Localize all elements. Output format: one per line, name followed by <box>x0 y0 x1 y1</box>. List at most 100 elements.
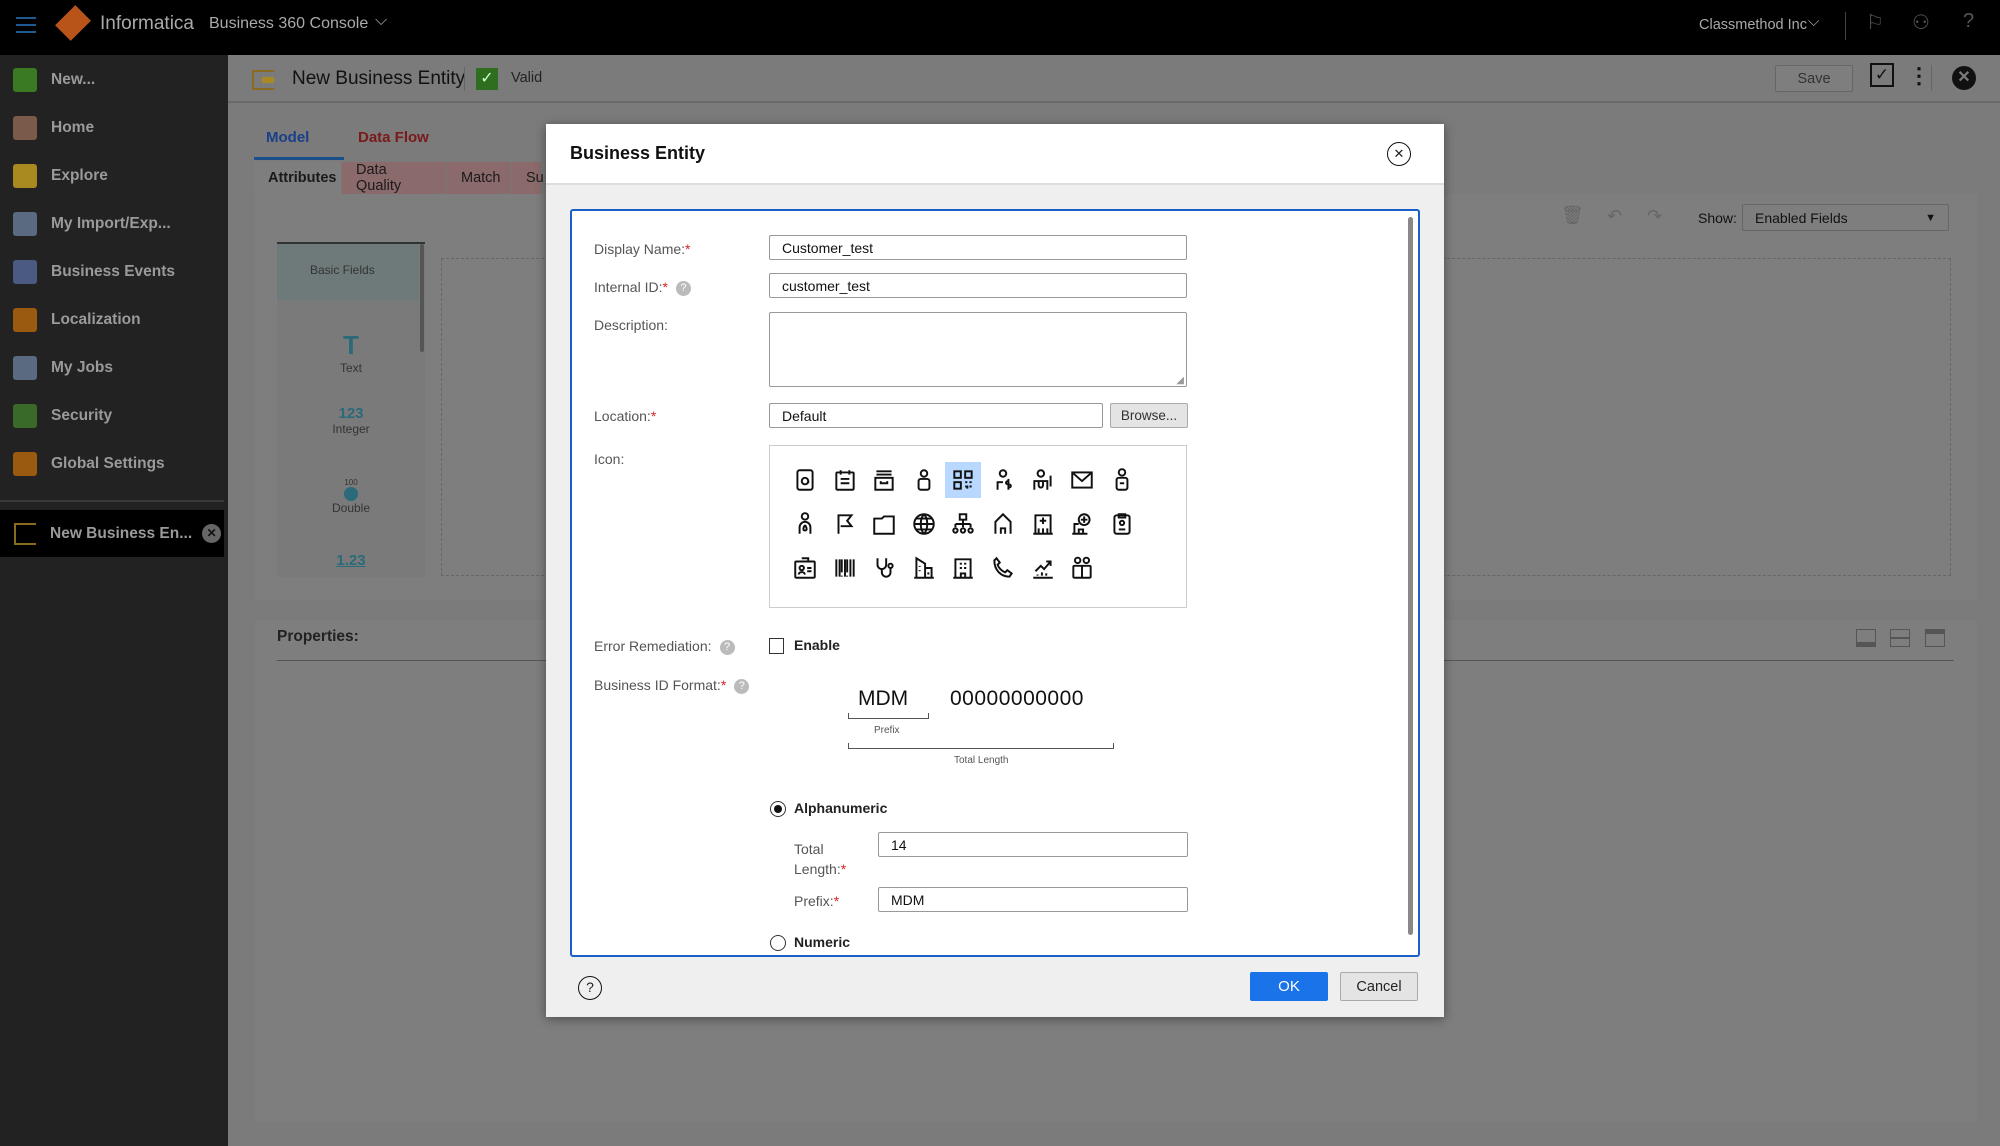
browse-button[interactable]: Browse... <box>1110 403 1188 428</box>
total-length-value: 14 <box>891 836 907 853</box>
icon-option-clinic[interactable] <box>1064 506 1100 542</box>
sidebar-item-explore[interactable]: Explore <box>0 153 228 199</box>
tab-data-quality[interactable]: Data Quality <box>342 162 447 194</box>
sidebar-item-my-import-exp[interactable]: My Import/Exp... <box>0 201 228 247</box>
ok-button[interactable]: OK <box>1250 972 1328 1001</box>
help-icon[interactable]: ? <box>719 639 735 655</box>
user-icon[interactable]: ⚇ <box>1912 10 1930 35</box>
save-button[interactable]: Save <box>1775 65 1853 92</box>
icon-option-person-drop[interactable] <box>787 506 823 542</box>
icon-option-inbox[interactable] <box>866 462 902 498</box>
palette-item[interactable]: 100 Double <box>277 478 425 515</box>
enable-checkbox[interactable] <box>769 638 784 654</box>
sidebar-item-business-events[interactable]: Business Events <box>0 249 228 295</box>
close-tab-icon[interactable]: ✕ <box>202 524 222 543</box>
icon-option-chart-up[interactable] <box>1025 550 1061 586</box>
location-label-text: Location: <box>594 408 651 424</box>
numeric-label[interactable]: Numeric <box>794 934 850 950</box>
brand-name: Informatica <box>100 13 194 34</box>
layout-bottom-icon[interactable] <box>1856 629 1876 647</box>
folder-icon <box>13 164 37 188</box>
tab-match[interactable]: Match <box>447 162 512 194</box>
product-chevron-down-icon[interactable]: ⌵ <box>375 12 387 30</box>
resize-handle-icon[interactable]: ◢ <box>1176 375 1184 386</box>
prefix-label: Prefix:* <box>794 893 839 909</box>
close-editor-icon[interactable]: ✕ <box>1952 66 1976 90</box>
sidebar-item-global-settings[interactable]: Global Settings <box>0 441 228 487</box>
flag-icon[interactable]: ⚐ <box>1866 10 1884 35</box>
icon-option-barcode[interactable] <box>827 550 863 586</box>
icon-option-person-dollar[interactable] <box>985 462 1021 498</box>
show-select[interactable]: Enabled Fields ▼ <box>1742 204 1949 231</box>
alphanumeric-label[interactable]: Alphanumeric <box>794 800 887 816</box>
display-name-label-text: Display Name: <box>594 241 686 257</box>
prefix-input[interactable]: MDM <box>878 887 1188 912</box>
phone-icon <box>993 556 1013 578</box>
icon-option-globe[interactable] <box>906 506 942 542</box>
palette-item[interactable]: 123 Integer <box>277 405 425 436</box>
org-chevron-down-icon[interactable]: ⌵ <box>1808 13 1819 30</box>
palette-item[interactable]: 1.23 <box>277 552 425 569</box>
sidebar-item-my-jobs[interactable]: My Jobs <box>0 345 228 391</box>
cancel-button[interactable]: Cancel <box>1340 972 1418 1001</box>
validate-icon[interactable]: ✓ <box>1870 63 1894 87</box>
icon-option-hierarchy[interactable] <box>945 506 981 542</box>
form-scrollbar[interactable] <box>1408 217 1413 935</box>
sidebar-open-tab[interactable]: New Business En... ✕ <box>0 510 224 557</box>
icon-option-stethoscope[interactable] <box>866 550 902 586</box>
entity-form: Display Name:* Customer_test Internal ID… <box>570 209 1420 957</box>
redo-icon[interactable]: ↷ <box>1647 206 1662 227</box>
icon-option-buildings[interactable] <box>906 550 942 586</box>
menu-icon[interactable] <box>16 17 36 33</box>
undo-icon[interactable]: ↶ <box>1607 206 1622 227</box>
sidebar-item-new[interactable]: New... <box>0 57 228 103</box>
help-icon[interactable]: ? <box>675 280 691 296</box>
icon-option-office[interactable] <box>945 550 981 586</box>
icon-option-clipboard-person[interactable] <box>1104 506 1140 542</box>
layout-top-icon[interactable] <box>1925 629 1945 647</box>
more-options-icon[interactable]: ⋮ <box>1908 63 1930 89</box>
icon-option-hospital[interactable] <box>1025 506 1061 542</box>
icon-option-house[interactable] <box>985 506 1021 542</box>
help-icon[interactable]: ? <box>734 678 750 694</box>
icon-option-doctor[interactable] <box>1025 462 1061 498</box>
sidebar-item-security[interactable]: Security <box>0 393 228 439</box>
product-name[interactable]: Business 360 Console <box>209 15 368 33</box>
icon-option-contact-card[interactable] <box>787 462 823 498</box>
description-textarea[interactable]: ◢ <box>769 312 1187 387</box>
location-label: Location:* <box>594 408 656 424</box>
icon-option-phone[interactable] <box>985 550 1021 586</box>
icon-option-flag[interactable] <box>827 506 863 542</box>
icon-option-envelope[interactable] <box>1064 462 1100 498</box>
icon-option-qr-code[interactable] <box>945 462 982 498</box>
delete-icon[interactable]: 🗑 <box>1561 205 1584 226</box>
alphanumeric-radio[interactable] <box>770 801 786 817</box>
sidebar-item-home[interactable]: Home <box>0 105 228 151</box>
icon-option-person-badge[interactable] <box>1104 462 1140 498</box>
layout-split-icon[interactable] <box>1890 629 1910 647</box>
numeric-radio[interactable] <box>770 935 786 951</box>
org-selector[interactable]: Classmethod Inc <box>1699 17 1807 33</box>
dialog-help-icon[interactable]: ? <box>578 976 602 1000</box>
tab-data-flow[interactable]: Data Flow <box>358 129 429 146</box>
doctor-icon <box>1032 469 1052 490</box>
icon-option-id-card[interactable] <box>787 550 823 586</box>
tab-model[interactable]: Model <box>266 129 309 146</box>
tab-su[interactable]: Su <box>512 162 544 194</box>
icon-option-calendar[interactable] <box>827 462 863 498</box>
location-input[interactable]: Default <box>769 403 1103 428</box>
enable-label[interactable]: Enable <box>794 637 840 653</box>
tab-attributes[interactable]: Attributes <box>254 162 342 194</box>
total-length-caption: Total Length <box>954 755 1009 766</box>
total-length-input[interactable]: 14 <box>878 832 1188 857</box>
palette-item-glyph: 1.23 <box>336 552 366 569</box>
internal-id-input[interactable]: customer_test <box>769 273 1187 298</box>
icon-option-folder[interactable] <box>866 506 902 542</box>
sidebar-item-localization[interactable]: Localization <box>0 297 228 343</box>
dialog-close-icon[interactable]: ✕ <box>1387 142 1411 166</box>
icon-option-group[interactable] <box>1064 550 1100 586</box>
palette-item[interactable]: T Text <box>277 330 425 375</box>
help-icon[interactable]: ? <box>1963 10 1974 33</box>
display-name-input[interactable]: Customer_test <box>769 235 1187 260</box>
icon-option-person[interactable] <box>906 462 942 498</box>
